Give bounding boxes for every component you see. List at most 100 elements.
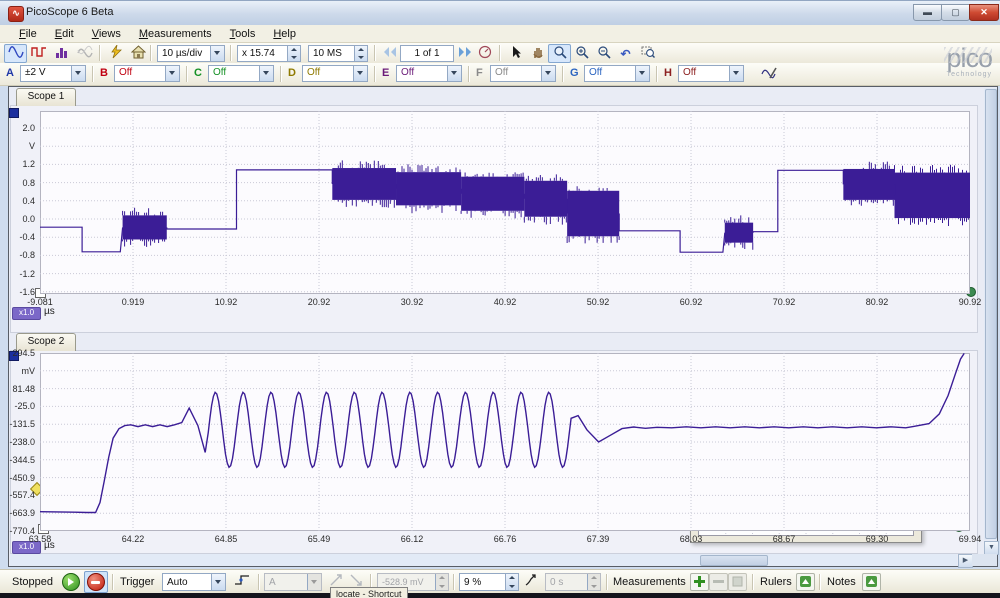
channel-b-label: B bbox=[100, 67, 108, 79]
timebase-select[interactable]: 10 µs/div bbox=[157, 45, 225, 62]
menu-bar: FileEditViewsMeasurementsToolsHelp bbox=[0, 25, 1000, 43]
stop-circle bbox=[87, 573, 105, 591]
spinner-buttons[interactable] bbox=[354, 46, 367, 61]
chevron-down-icon[interactable] bbox=[729, 66, 743, 81]
next-buffer-button[interactable] bbox=[455, 44, 475, 63]
sine-wave-icon bbox=[8, 45, 24, 59]
chevron-down-icon[interactable] bbox=[211, 574, 225, 590]
menu-measurements[interactable]: Measurements bbox=[130, 26, 221, 42]
notes-button[interactable] bbox=[862, 573, 881, 591]
pointer-tool-button[interactable] bbox=[504, 44, 527, 63]
chevron-down-icon[interactable] bbox=[353, 66, 367, 81]
chevron-down-icon[interactable] bbox=[447, 66, 461, 81]
scroll-right-button[interactable]: ▶ bbox=[958, 554, 973, 568]
trigger-edge-button[interactable] bbox=[230, 572, 254, 592]
menu-file[interactable]: File bbox=[10, 26, 46, 42]
channel-f-range-select[interactable]: Off bbox=[490, 65, 556, 82]
logo-stripes bbox=[944, 47, 992, 63]
maximize-button[interactable]: ▢ bbox=[941, 4, 970, 21]
separator bbox=[112, 574, 114, 590]
channel-b-range-select[interactable]: Off bbox=[114, 65, 180, 82]
menu-views[interactable]: Views bbox=[83, 26, 130, 42]
tab-scope1[interactable]: Scope 1 bbox=[16, 88, 76, 106]
title-bar[interactable]: ∿ PicoScope 6 Beta ▬ ▢ ✕ bbox=[0, 1, 1000, 26]
pretrigger-spinner[interactable]: 9 % bbox=[459, 573, 519, 591]
menu-edit[interactable]: Edit bbox=[46, 26, 83, 42]
menu-help[interactable]: Help bbox=[264, 26, 305, 42]
trigger-locate-button[interactable] bbox=[521, 572, 543, 592]
channel-d-range-select[interactable]: Off bbox=[302, 65, 368, 82]
close-button[interactable]: ✕ bbox=[969, 4, 999, 21]
lightning-icon bbox=[109, 45, 123, 59]
undo-zoom-button[interactable]: ↶ bbox=[614, 44, 637, 63]
scope1-zoom-badge[interactable]: x1.0 bbox=[12, 307, 41, 320]
zoom-factor-spinner[interactable]: x 15.74 bbox=[237, 45, 301, 62]
awg-button[interactable] bbox=[758, 65, 781, 84]
spectrum-mode-button[interactable] bbox=[50, 44, 73, 63]
channel-c-range-select[interactable]: Off bbox=[208, 65, 274, 82]
delete-measurement-button-disabled[interactable] bbox=[728, 573, 747, 591]
persistence-mode-button[interactable] bbox=[27, 44, 50, 63]
scope1-channel-a-marker[interactable] bbox=[9, 108, 19, 118]
plus-icon bbox=[694, 576, 705, 587]
auto-setup-button[interactable] bbox=[104, 44, 127, 63]
stop-capture-button[interactable] bbox=[84, 571, 108, 593]
zoom-out-button[interactable] bbox=[592, 44, 615, 63]
channel-range-value: Off bbox=[495, 67, 508, 78]
minimize-button[interactable]: ▬ bbox=[913, 4, 942, 21]
gray-wave-icon bbox=[77, 45, 93, 59]
trigger-delay-spinner-disabled[interactable]: 0 s bbox=[545, 573, 601, 591]
vertical-scrollbar-thumb[interactable] bbox=[985, 89, 997, 539]
s2-y-tick: -557.4 bbox=[2, 490, 35, 500]
crossed-arrows-icon bbox=[349, 573, 363, 587]
rulers-button[interactable] bbox=[796, 573, 815, 591]
channel-range-value: ±2 V bbox=[25, 67, 46, 78]
channel-h-range-select[interactable]: Off bbox=[678, 65, 744, 82]
channel-e-label: E bbox=[382, 67, 389, 79]
channel-g-range-select[interactable]: Off bbox=[584, 65, 650, 82]
horizontal-scrollbar[interactable] bbox=[10, 554, 957, 566]
zoom-tool-button[interactable] bbox=[548, 44, 571, 63]
buffer-navigator-button[interactable] bbox=[475, 44, 495, 63]
channel-d-label: D bbox=[288, 67, 296, 79]
previous-buffer-button[interactable] bbox=[380, 44, 400, 63]
chevron-down-icon[interactable] bbox=[635, 66, 649, 81]
channel-f-label: F bbox=[476, 67, 483, 79]
spinner-buttons[interactable] bbox=[505, 574, 518, 590]
s2-x-tick: 69.30 bbox=[853, 534, 901, 544]
zoom-in-button[interactable] bbox=[570, 44, 593, 63]
hand-tool-button[interactable] bbox=[526, 44, 549, 63]
chevron-down-icon[interactable] bbox=[71, 66, 85, 81]
s1-y-tick: -0.8 bbox=[2, 250, 35, 260]
start-capture-button[interactable] bbox=[62, 573, 80, 591]
separator bbox=[374, 66, 376, 82]
channel-range-value: Off bbox=[307, 67, 320, 78]
chevron-down-icon[interactable] bbox=[210, 46, 224, 61]
horizontal-scrollbar-thumb[interactable] bbox=[700, 555, 768, 566]
separator bbox=[230, 45, 232, 61]
scope2-plot[interactable] bbox=[40, 353, 970, 531]
channel-h-label: H bbox=[664, 67, 672, 79]
scope1-plot[interactable] bbox=[40, 111, 970, 294]
menu-tools[interactable]: Tools bbox=[221, 26, 265, 42]
bar-chart-icon bbox=[54, 45, 70, 59]
trigger-mode-select[interactable]: Auto bbox=[162, 573, 226, 591]
edit-measurement-button-disabled[interactable] bbox=[709, 573, 728, 591]
chevron-down-icon[interactable] bbox=[259, 66, 273, 81]
sample-count-spinner[interactable]: 10 MS bbox=[308, 45, 368, 62]
channel-a-range-select[interactable]: ±2 V bbox=[20, 65, 86, 82]
add-measurement-button[interactable] bbox=[690, 573, 709, 591]
channel-e-range-select[interactable]: Off bbox=[396, 65, 462, 82]
spinner-buttons[interactable] bbox=[287, 46, 300, 61]
xy-mode-button-disabled[interactable] bbox=[73, 44, 96, 63]
zoom-to-fit-button[interactable] bbox=[636, 44, 659, 63]
s1-x-tick: -9.081 bbox=[16, 297, 64, 307]
spinner-buttons bbox=[587, 574, 600, 590]
trigger-source-select-disabled[interactable]: A bbox=[264, 573, 322, 591]
tab-label: Scope 2 bbox=[28, 336, 65, 347]
chevron-down-icon[interactable] bbox=[541, 66, 555, 81]
scope-mode-button[interactable] bbox=[4, 44, 27, 63]
vertical-scrollbar[interactable] bbox=[984, 88, 997, 540]
chevron-down-icon[interactable] bbox=[165, 66, 179, 81]
home-settings-button[interactable] bbox=[127, 44, 150, 63]
